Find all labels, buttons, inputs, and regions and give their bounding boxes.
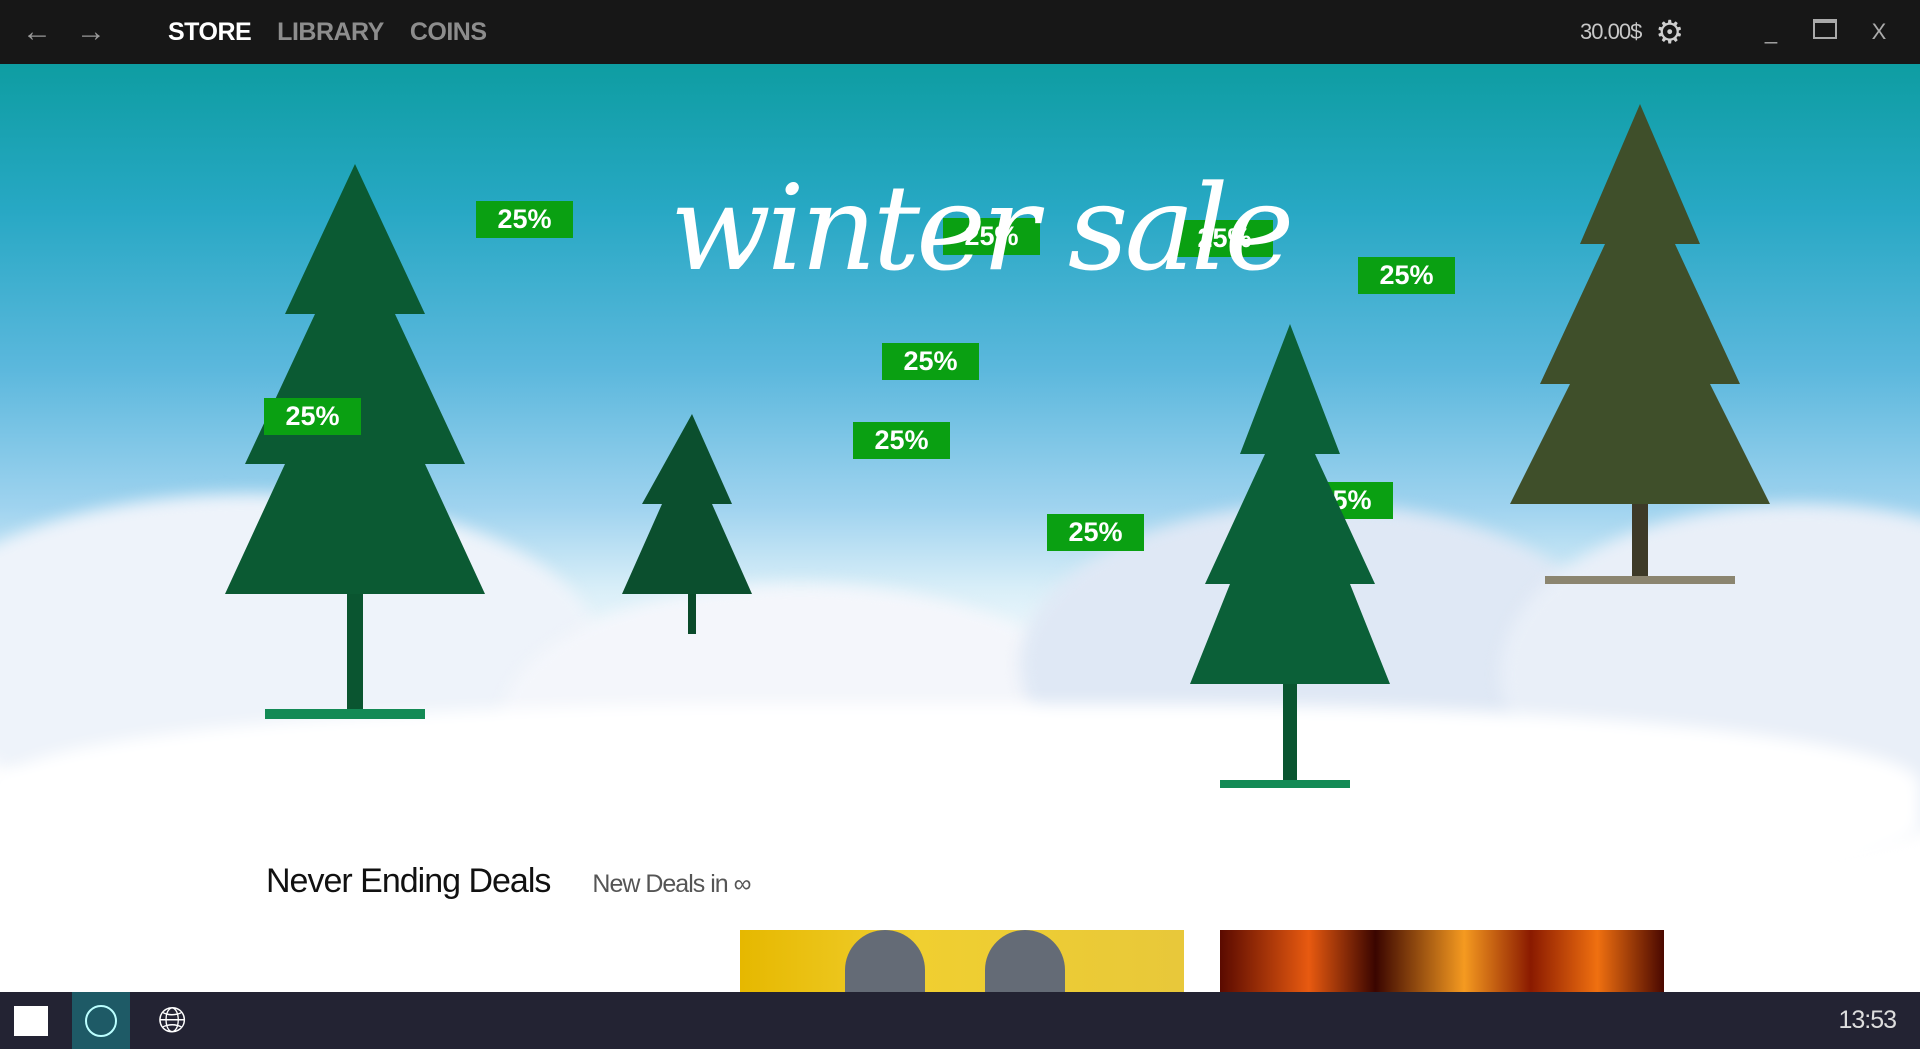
globe-icon[interactable]: 🌐︎ bbox=[158, 999, 187, 1042]
maximize-icon bbox=[1813, 19, 1837, 39]
tab-store[interactable]: STORE bbox=[168, 18, 252, 47]
taskbar: 🌐︎ 13:53 bbox=[0, 992, 1920, 1049]
winter-sale-banner[interactable]: winter sale 25% 25% 25% 25% 25% 25% 25% … bbox=[0, 64, 1920, 870]
discount-badge[interactable]: 25% bbox=[1047, 514, 1144, 551]
section-title: Never Ending Deals bbox=[266, 862, 551, 900]
section-header: Never Ending Deals New Deals in ∞ bbox=[266, 862, 751, 901]
maximize-button[interactable] bbox=[1798, 19, 1852, 45]
search-circle-button[interactable] bbox=[72, 992, 130, 1049]
pine-tree bbox=[1190, 324, 1390, 788]
pine-tree bbox=[1510, 104, 1770, 584]
minimize-button[interactable]: _ bbox=[1744, 19, 1798, 45]
discount-badge[interactable]: 25% bbox=[853, 422, 950, 459]
tab-library[interactable]: LIBRARY bbox=[277, 18, 384, 47]
circle-icon bbox=[85, 1004, 117, 1037]
mouse-illustration bbox=[985, 930, 1065, 992]
start-button[interactable] bbox=[14, 1005, 48, 1036]
clock: 13:53 bbox=[1838, 1006, 1897, 1034]
discount-badge[interactable]: 25% bbox=[476, 201, 573, 238]
top-bar: ← → STORE LIBRARY COINS 30.00$ ⚙ _ X bbox=[0, 0, 1920, 64]
pine-tree bbox=[622, 414, 752, 634]
forward-button[interactable]: → bbox=[64, 15, 118, 49]
game-card-fire[interactable] bbox=[1220, 930, 1664, 992]
gear-icon[interactable]: ⚙ bbox=[1655, 13, 1684, 51]
pine-tree bbox=[225, 164, 485, 719]
back-button[interactable]: ← bbox=[10, 15, 64, 49]
close-button[interactable]: X bbox=[1852, 19, 1906, 45]
hero-title: winter sale bbox=[670, 159, 1294, 297]
section-subtitle: New Deals in ∞ bbox=[592, 870, 751, 898]
coin-balance: 30.00$ bbox=[1580, 19, 1642, 44]
tab-coins[interactable]: COINS bbox=[410, 18, 487, 47]
discount-badge[interactable]: 25% bbox=[882, 343, 979, 380]
nav-tabs: STORE LIBRARY COINS bbox=[168, 18, 513, 47]
discount-badge[interactable]: 25% bbox=[264, 398, 361, 435]
game-card-mice[interactable] bbox=[740, 930, 1184, 992]
discount-badge[interactable]: 25% bbox=[1358, 257, 1455, 294]
mouse-illustration bbox=[845, 930, 925, 992]
